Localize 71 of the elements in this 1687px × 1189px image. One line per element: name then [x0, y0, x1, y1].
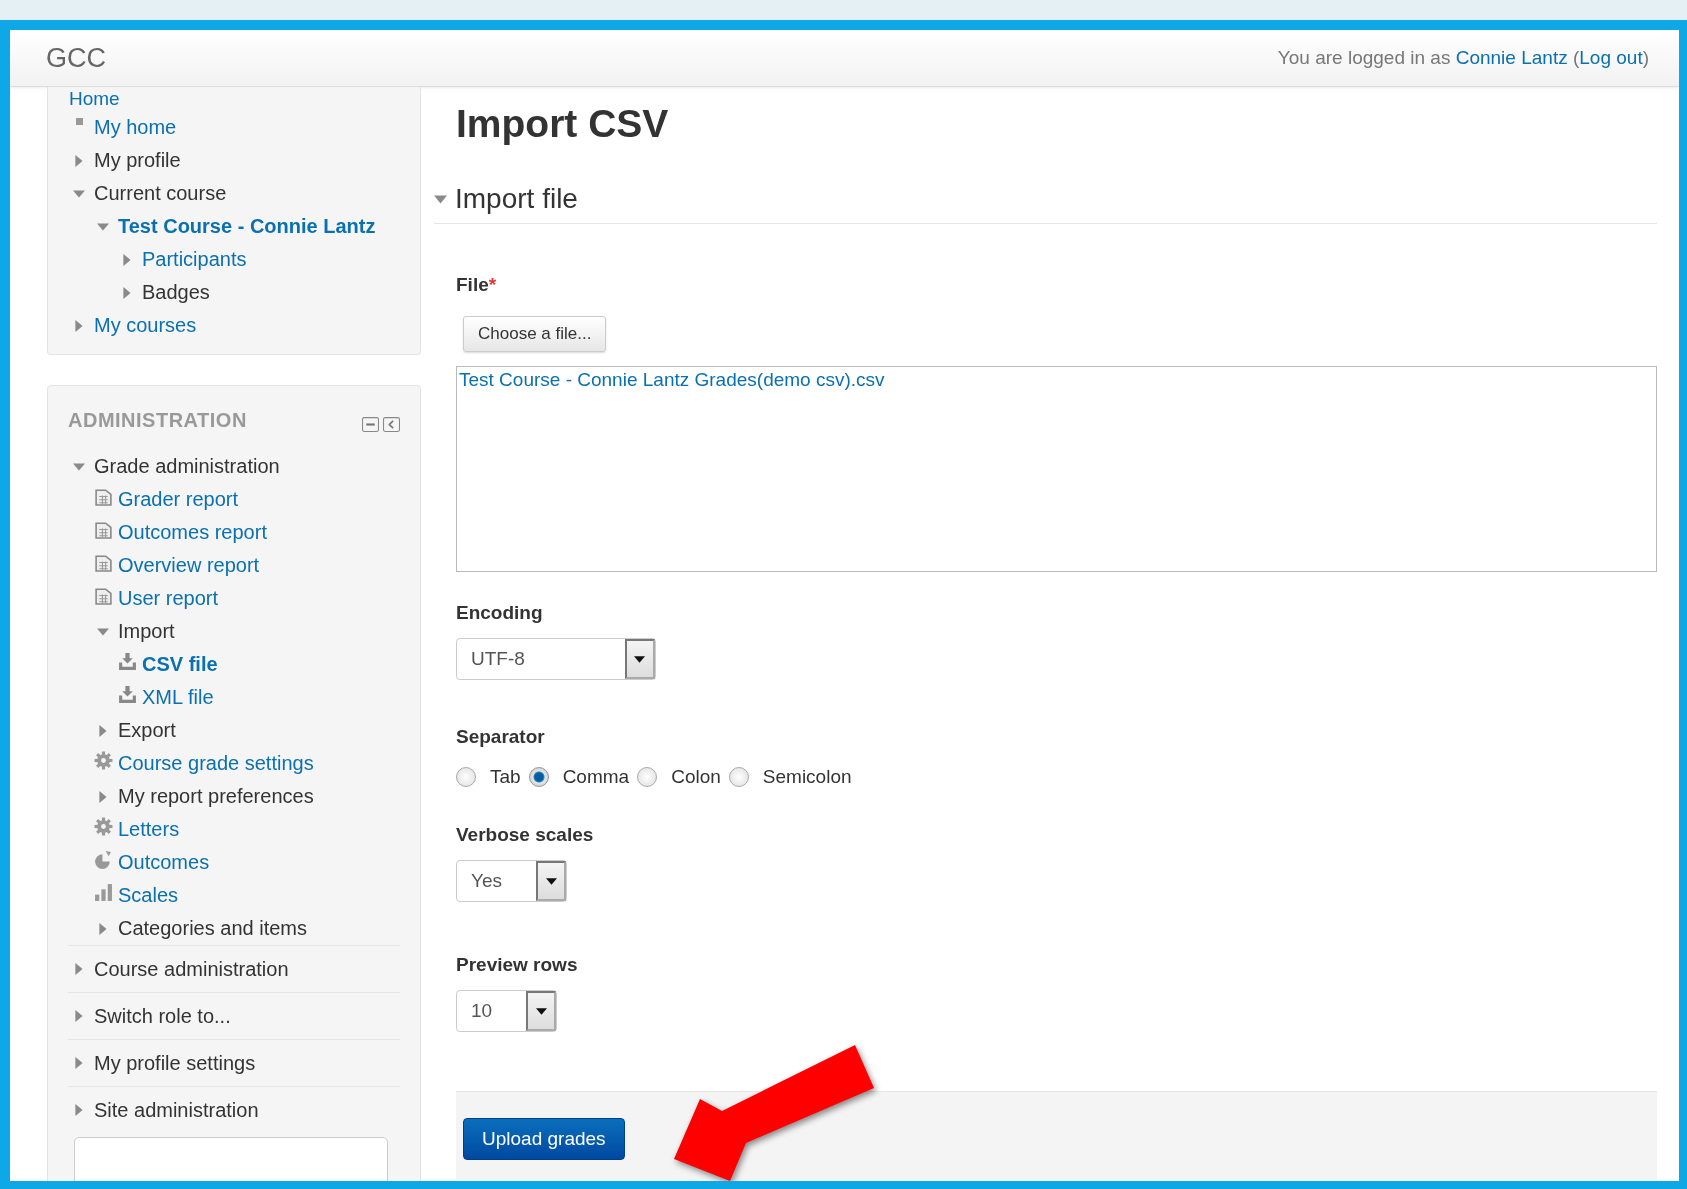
nav-item[interactable]: Course administration — [94, 957, 289, 981]
select-field[interactable]: UTF-8 — [456, 638, 656, 680]
page-title: Import CSV — [456, 101, 670, 147]
choose-file-button[interactable]: Choose a file... — [463, 316, 607, 352]
input-field[interactable] — [74, 1137, 388, 1181]
minimize-icon[interactable] — [362, 416, 379, 432]
pie-chart-icon — [93, 850, 113, 869]
nav-link[interactable]: Scales — [118, 884, 179, 907]
nav-item[interactable]: Categories and items — [118, 917, 307, 940]
nav-link[interactable]: Test Course - Connie Lantz — [118, 215, 376, 238]
download-icon — [117, 652, 137, 671]
nav-item[interactable]: Import — [118, 620, 175, 643]
radio-label[interactable]: Semicolon — [762, 766, 852, 788]
nav-item[interactable]: My profile settings — [94, 1051, 256, 1075]
radio-label[interactable]: Comma — [562, 766, 630, 788]
block-title: ADMINISTRATION — [68, 408, 247, 432]
nav-link[interactable]: CSV file — [142, 653, 218, 676]
nav-link[interactable]: My home — [94, 116, 177, 139]
nav-item[interactable]: Current course — [94, 182, 227, 205]
gear-icon — [93, 751, 113, 770]
bar-chart-icon — [93, 883, 113, 902]
nav-link[interactable]: Letters — [118, 818, 180, 841]
radio-button[interactable] — [728, 767, 749, 787]
radio-button[interactable] — [528, 767, 549, 787]
nav-item[interactable]: Site administration — [94, 1098, 259, 1122]
user-link[interactable]: Connie Lantz — [1455, 47, 1568, 68]
nav-item[interactable]: My report preferences — [118, 785, 314, 808]
radio-label[interactable]: Colon — [671, 766, 721, 788]
download-icon — [117, 685, 137, 704]
radio-button[interactable] — [637, 767, 658, 787]
login-info: You are logged in as Connie Lantz (Log out) — [1277, 47, 1649, 69]
file-drop-area[interactable]: Test Course - Connie Lantz Grades(demo csv).csv — [456, 366, 1657, 572]
nav-link[interactable]: Outcomes — [118, 851, 210, 874]
logout-link[interactable]: Log out — [1579, 47, 1643, 68]
select-field[interactable]: 10 — [456, 990, 558, 1032]
nav-link[interactable]: Overview report — [118, 554, 260, 577]
field-label: Verbose scales — [456, 824, 594, 846]
report-icon — [93, 520, 113, 539]
home-link[interactable]: Home — [69, 87, 400, 111]
nav-item[interactable]: My profile — [94, 149, 181, 172]
nav-link[interactable]: Outcomes report — [118, 521, 267, 544]
nav-link[interactable]: My courses — [94, 314, 197, 337]
file-link[interactable]: Test Course - Connie Lantz Grades(demo csv).csv — [459, 369, 885, 390]
field-label: File* — [456, 274, 497, 296]
nav-link[interactable]: Grader report — [118, 488, 239, 511]
gear-icon — [93, 817, 113, 836]
dock-icon[interactable] — [383, 416, 400, 432]
radio-button[interactable] — [456, 767, 476, 787]
report-icon — [93, 487, 113, 506]
bullet-icon — [75, 118, 83, 125]
select-field[interactable]: Yes — [456, 860, 567, 902]
report-icon — [93, 553, 113, 572]
field-label: Encoding — [456, 602, 543, 624]
upload-button[interactable]: Upload grades — [463, 1118, 625, 1160]
site-name[interactable]: GCC — [46, 42, 106, 74]
nav-item[interactable]: Switch role to... — [94, 1004, 231, 1028]
nav-link[interactable]: Course grade settings — [118, 752, 314, 775]
field-label: Preview rows — [456, 954, 578, 976]
nav-link[interactable]: User report — [118, 587, 219, 610]
section-title[interactable]: Import file — [455, 183, 578, 215]
nav-item[interactable]: Export — [118, 719, 176, 742]
caret-icon[interactable] — [535, 1007, 547, 1015]
nav-item[interactable]: Grade administration — [94, 455, 280, 478]
field-label: Separator — [456, 726, 545, 748]
nav-link[interactable]: XML file — [142, 686, 214, 709]
nav-item[interactable]: Badges — [142, 281, 210, 304]
radio-label[interactable]: Tab — [490, 766, 521, 788]
caret-icon[interactable] — [634, 655, 646, 663]
caret-icon[interactable] — [545, 877, 557, 885]
report-icon — [93, 586, 113, 605]
nav-link[interactable]: Participants — [142, 248, 247, 271]
